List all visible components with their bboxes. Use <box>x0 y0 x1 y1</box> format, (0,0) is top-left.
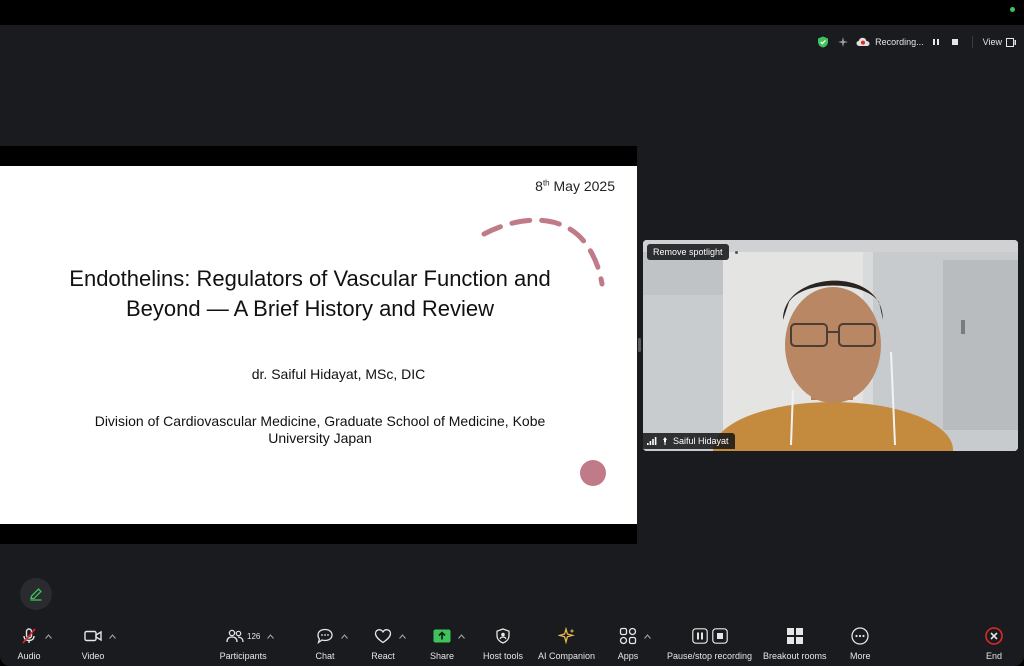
ai-companion-sparkle-icon <box>557 627 575 645</box>
slide-title: Endothelins: Regulators of Vascular Func… <box>69 266 551 321</box>
meeting-toolbar: Audio Video 126 Participants Chat React … <box>0 624 1024 666</box>
cloud-recording-icon <box>856 35 870 49</box>
view-button[interactable]: View <box>983 37 1016 47</box>
separator <box>971 36 973 48</box>
remove-spotlight-button[interactable]: Remove spotlight <box>647 244 729 260</box>
video-label: Video <box>81 651 105 661</box>
participants-label: Participants <box>219 651 267 661</box>
recording-label: Recording... <box>875 37 924 47</box>
slide-affiliation: Division of Cardiovascular Medicine, Gra… <box>94 413 546 446</box>
stop-icon <box>711 628 728 644</box>
pause-recording-icon[interactable] <box>929 35 943 49</box>
participant-name: Saiful Hidayat <box>673 436 729 446</box>
breakout-rooms-button[interactable]: Breakout rooms <box>763 624 827 661</box>
participants-icon <box>226 629 244 643</box>
breakout-rooms-label: Breakout rooms <box>763 651 827 661</box>
signal-strength-icon <box>647 437 657 445</box>
participants-button[interactable]: 126 Participants <box>220 624 274 661</box>
ai-sparkle-icon[interactable] <box>836 35 850 49</box>
react-label: React <box>371 651 395 661</box>
react-button[interactable]: React <box>371 624 406 661</box>
more-options-icon <box>851 627 869 645</box>
shared-screen: 8th May 2025 Endothelins: Regulators of … <box>0 146 637 544</box>
apps-button[interactable]: Apps <box>617 624 651 661</box>
end-label: End <box>985 651 1002 661</box>
apps-grid-icon <box>619 627 637 645</box>
share-screen-icon <box>433 629 451 643</box>
annotate-button[interactable] <box>20 578 52 610</box>
pause-stop-recording-button[interactable]: Pause/stop recording <box>667 624 752 661</box>
resize-handle[interactable] <box>638 338 641 352</box>
pause-stop-recording-label: Pause/stop recording <box>667 651 753 661</box>
more-button[interactable]: More <box>850 624 871 661</box>
slide-author: dr. Saiful Hidayat, MSc, DIC <box>251 366 426 382</box>
recording-indicator[interactable]: Recording... <box>856 35 962 49</box>
video-camera-icon <box>84 630 102 642</box>
breakout-rooms-icon <box>786 628 803 644</box>
host-tools-label: Host tools <box>483 651 524 661</box>
audio-button[interactable]: Audio <box>17 624 52 661</box>
view-label: View <box>982 37 1002 47</box>
chat-options-chevron-icon[interactable] <box>340 632 348 640</box>
video-options-chevron-icon[interactable] <box>108 632 116 640</box>
share-options-chevron-icon[interactable] <box>457 632 465 640</box>
pencil-icon <box>30 588 42 601</box>
connection-status-dot <box>1010 7 1015 12</box>
video-button[interactable]: Video <box>81 624 116 661</box>
ai-companion-button[interactable]: AI Companion <box>538 624 595 661</box>
presentation-slide: 8th May 2025 Endothelins: Regulators of … <box>0 166 637 524</box>
share-label: Share <box>429 651 455 661</box>
security-shield-icon[interactable] <box>816 35 830 49</box>
more-label: More <box>850 651 871 661</box>
share-button[interactable]: Share <box>429 624 465 661</box>
participants-count: 126 <box>247 631 261 641</box>
audio-options-chevron-icon[interactable] <box>44 632 52 640</box>
participant-video-tile[interactable]: Remove spotlight Saiful Hidayat <box>643 240 1018 451</box>
apps-options-chevron-icon[interactable] <box>643 632 651 640</box>
title-bar <box>0 0 1024 25</box>
participant-name-tag: Saiful Hidayat <box>643 433 735 449</box>
muted-microphone-icon <box>22 628 36 644</box>
heart-icon <box>374 629 392 644</box>
end-meeting-icon <box>985 627 1003 645</box>
spotlight-pin-icon <box>663 437 667 445</box>
tile-options-icon[interactable] <box>735 251 738 254</box>
end-meeting-button[interactable]: End <box>985 624 1003 661</box>
chat-label: Chat <box>315 651 335 661</box>
chat-button[interactable]: Chat <box>315 624 348 661</box>
host-tools-shield-icon <box>496 628 510 644</box>
participants-options-chevron-icon[interactable] <box>266 632 274 640</box>
decorative-circle <box>580 460 606 486</box>
ai-companion-label: AI Companion <box>538 651 596 661</box>
chat-bubble-icon <box>317 628 333 644</box>
apps-label: Apps <box>617 651 639 661</box>
audio-label: Audio <box>17 651 41 661</box>
slide-date: 8th May 2025 <box>535 178 615 194</box>
participant-video-feed <box>643 240 1018 451</box>
view-icon <box>1006 37 1016 47</box>
stop-recording-icon[interactable] <box>948 35 962 49</box>
top-status-bar: Recording... View <box>816 33 1016 51</box>
meeting-window: Recording... View 8th May 2025 Endotheli… <box>0 0 1024 666</box>
pause-icon <box>691 628 708 644</box>
host-tools-button[interactable]: Host tools <box>483 624 523 661</box>
react-options-chevron-icon[interactable] <box>398 632 406 640</box>
